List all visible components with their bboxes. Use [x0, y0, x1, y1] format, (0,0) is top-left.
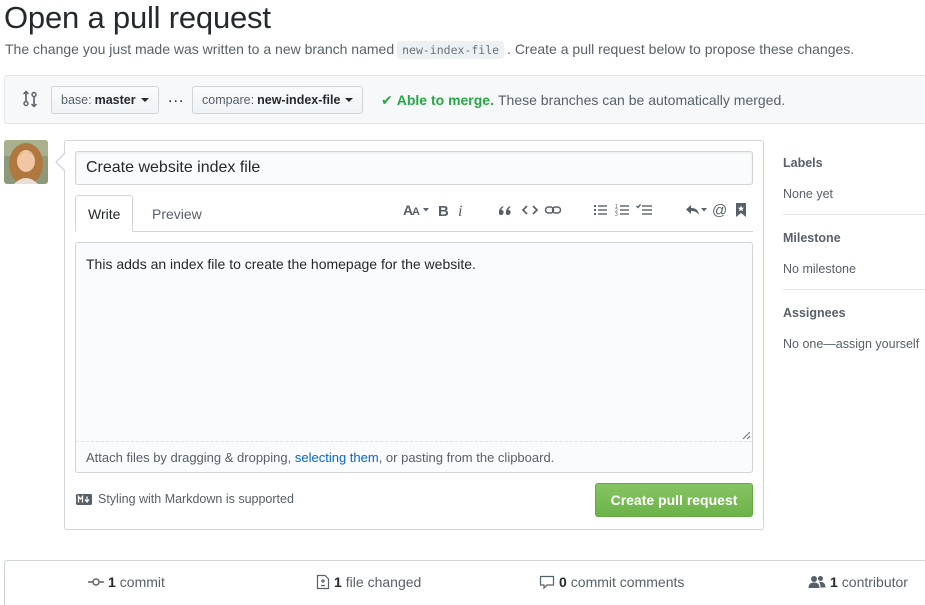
branch-name-code: new-index-file	[397, 41, 505, 59]
markdown-icon	[76, 493, 92, 505]
bold-icon[interactable]: B	[437, 202, 451, 218]
mention-icon[interactable]: @	[712, 202, 728, 218]
markdown-note-text: Styling with Markdown is supported	[98, 492, 294, 506]
milestone-value: No milestone	[783, 262, 856, 276]
header-icon[interactable]: AA	[403, 202, 431, 218]
svg-text:@: @	[712, 202, 727, 218]
comments-label: commit comments	[570, 574, 685, 590]
ordered-list-icon[interactable]: 123	[614, 202, 630, 218]
pr-summary-bar: 1 commit 1 file changed 0 commit comments 1…	[4, 560, 925, 605]
pr-body-textarea[interactable]: This adds an index file to create the ho…	[76, 243, 752, 440]
file-diff-icon	[316, 574, 330, 590]
files-count: 1	[334, 574, 342, 590]
base-prefix: base:	[61, 93, 92, 107]
attach-files-hint: Attach files by dragging & dropping, sel…	[76, 441, 752, 472]
svg-text:A: A	[412, 206, 420, 218]
git-compare-icon	[23, 90, 37, 108]
contributors-count: 1	[830, 574, 838, 590]
files-label: file changed	[345, 574, 422, 590]
create-pull-request-button[interactable]: Create pull request	[595, 483, 753, 517]
merge-status-detail: These branches can be automatically merg…	[497, 92, 786, 108]
contributors-stat[interactable]: 1 contributor	[808, 574, 908, 590]
pr-title-input[interactable]	[75, 151, 753, 185]
svg-text:B: B	[438, 203, 449, 218]
sidebar-divider	[783, 214, 925, 215]
panel-pointer-inner	[57, 154, 65, 170]
page-title: Open a pull request	[4, 0, 271, 35]
milestone-section[interactable]: Milestone No milestone	[783, 231, 925, 276]
reply-icon[interactable]	[684, 202, 708, 218]
commits-label: commit	[119, 574, 165, 590]
italic-icon[interactable]: i	[455, 202, 467, 218]
svg-text:3: 3	[615, 212, 618, 218]
assignees-value[interactable]: No one—assign yourself	[783, 337, 925, 351]
intro-after: . Create a pull request below to propose…	[507, 41, 855, 57]
compare-branch-button[interactable]: compare: new-index-file	[192, 86, 364, 114]
avatar[interactable]	[4, 140, 48, 184]
files-changed-stat[interactable]: 1 file changed	[316, 574, 421, 590]
chevron-down-icon	[345, 98, 354, 102]
chevron-down-icon	[140, 98, 149, 102]
range-editor: base: master ... compare: new-index-file ✔…	[4, 75, 925, 124]
sidebar-divider	[783, 289, 925, 290]
task-list-icon[interactable]	[635, 202, 653, 218]
resize-grip-icon[interactable]	[742, 431, 751, 440]
avatar-image	[4, 140, 48, 184]
code-icon[interactable]	[521, 202, 539, 218]
commit-icon	[88, 578, 104, 586]
assignees-heading: Assignees	[783, 306, 846, 320]
merge-status-label: Able to merge.	[396, 92, 494, 108]
intro-text: The change you just made was written to …	[5, 41, 855, 59]
base-branch-button[interactable]: base: master	[51, 86, 159, 114]
assignees-section[interactable]: Assignees No one—assign yourself	[783, 306, 925, 351]
quote-icon[interactable]	[497, 202, 513, 218]
merge-status: ✔ Able to merge. These branches can be aut…	[381, 92, 785, 109]
commit-comments-stat[interactable]: 0 commit comments	[539, 574, 684, 590]
pr-body-container: This adds an index file to create the ho…	[75, 242, 753, 473]
base-branch: master	[94, 93, 136, 107]
compare-branch: new-index-file	[257, 93, 341, 107]
commits-count: 1	[108, 574, 116, 590]
unordered-list-icon[interactable]	[592, 202, 608, 218]
comment-icon	[539, 575, 555, 590]
check-icon: ✔	[381, 92, 393, 108]
commits-stat[interactable]: 1 commit	[88, 574, 165, 590]
labels-value: None yet	[783, 187, 834, 201]
bookmark-icon[interactable]	[734, 202, 748, 218]
svg-text:i: i	[458, 203, 462, 218]
people-icon	[808, 576, 826, 588]
attach-after: , or pasting from the clipboard.	[378, 450, 555, 465]
link-icon[interactable]	[544, 202, 562, 218]
labels-section[interactable]: Labels None yet	[783, 156, 925, 201]
compare-prefix: compare:	[202, 93, 255, 107]
contributors-label: contributor	[841, 574, 908, 590]
comments-count: 0	[559, 574, 567, 590]
markdown-note[interactable]: Styling with Markdown is supported	[76, 492, 294, 506]
milestone-heading: Milestone	[783, 231, 841, 245]
tab-write[interactable]: Write	[75, 195, 134, 232]
select-files-link[interactable]: selecting them	[295, 450, 379, 465]
range-ellipsis: ...	[168, 89, 185, 106]
attach-before: Attach files by dragging & dropping,	[86, 450, 292, 465]
intro-before: The change you just made was written to …	[5, 41, 395, 57]
labels-heading: Labels	[783, 156, 823, 170]
tab-preview[interactable]: Preview	[140, 195, 214, 232]
